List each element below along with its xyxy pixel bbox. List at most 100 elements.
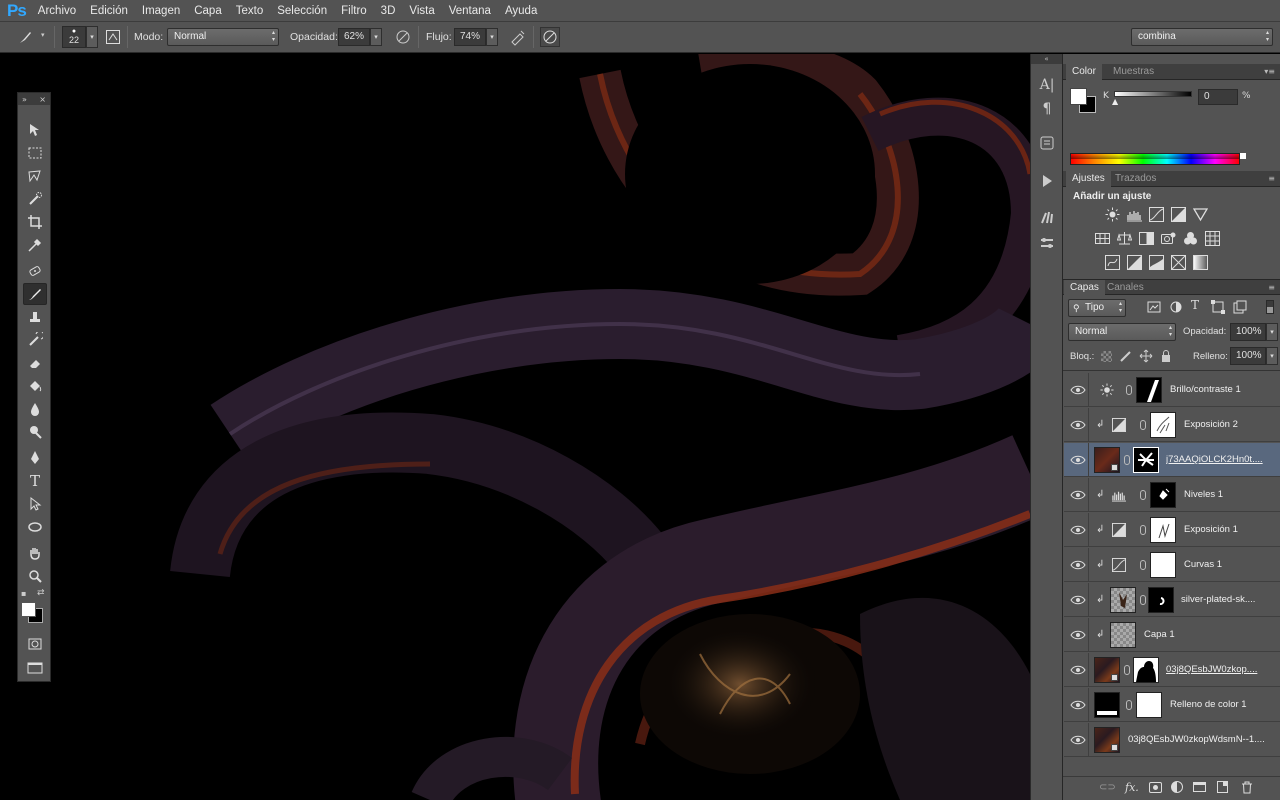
tab-capas[interactable]: Capas bbox=[1064, 280, 1105, 296]
link-icon[interactable] bbox=[1140, 560, 1146, 570]
levels-icon[interactable] bbox=[1127, 207, 1142, 222]
layer-mask-thumbnail[interactable] bbox=[1136, 692, 1162, 718]
layer-row-relleno-de-color-1[interactable]: Relleno de color 1 bbox=[1064, 688, 1280, 722]
visibility-eye-icon[interactable] bbox=[1070, 663, 1086, 677]
tab-muestras[interactable]: Muestras bbox=[1107, 64, 1160, 80]
lock-transparency-icon[interactable] bbox=[1101, 351, 1112, 362]
gradient-map-icon[interactable] bbox=[1193, 255, 1208, 270]
brush-size-field[interactable]: ● 22 bbox=[62, 26, 86, 48]
hand-tool-icon[interactable] bbox=[23, 542, 47, 564]
document-canvas[interactable] bbox=[0, 54, 1030, 800]
brightness-contrast-icon[interactable] bbox=[1105, 207, 1120, 222]
layer-mask-thumbnail[interactable] bbox=[1150, 552, 1176, 578]
type-tool-icon[interactable]: T bbox=[23, 470, 47, 492]
layer-row-03j8qesbjw0zkop[interactable]: 03j8QEsbJW0zkop.... bbox=[1064, 653, 1280, 687]
link-icon[interactable] bbox=[1140, 525, 1146, 535]
opacity-field[interactable]: 62% bbox=[338, 28, 370, 46]
layer-mask-thumbnail[interactable] bbox=[1150, 517, 1176, 543]
layer-thumbnail[interactable] bbox=[1110, 622, 1136, 648]
invert-icon[interactable] bbox=[1105, 255, 1120, 270]
menu-filtro[interactable]: Filtro bbox=[341, 5, 367, 17]
blur-tool-icon[interactable] bbox=[23, 398, 47, 420]
layer-blend-mode-select[interactable]: Normal bbox=[1068, 323, 1176, 341]
airbrush-icon[interactable] bbox=[508, 27, 528, 47]
menu-vista[interactable]: Vista bbox=[409, 5, 434, 17]
brush-preset-icon[interactable] bbox=[16, 27, 36, 47]
pressure-size-icon[interactable] bbox=[540, 27, 560, 47]
layer-thumbnail[interactable] bbox=[1110, 587, 1136, 613]
layer-opacity-field[interactable]: 100% bbox=[1230, 323, 1266, 341]
lasso-tool-icon[interactable] bbox=[23, 165, 47, 187]
close-icon[interactable]: × bbox=[39, 95, 46, 104]
panel-menu-icon[interactable]: ≡ bbox=[1268, 174, 1275, 183]
visibility-eye-icon[interactable] bbox=[1070, 383, 1086, 397]
menu-capa[interactable]: Capa bbox=[194, 5, 222, 17]
character-panel-icon[interactable]: A| bbox=[1035, 74, 1059, 96]
flow-field[interactable]: 74% bbox=[454, 28, 486, 46]
menu-texto[interactable]: Texto bbox=[236, 5, 264, 17]
new-adjustment-layer-icon[interactable] bbox=[1171, 781, 1183, 793]
ellipse-tool-icon[interactable] bbox=[23, 516, 47, 538]
collapse-icon[interactable]: » bbox=[22, 95, 27, 104]
tab-canales[interactable]: Canales bbox=[1101, 280, 1150, 296]
k-value-field[interactable]: 0 bbox=[1198, 89, 1238, 105]
layer-row-capa-1[interactable]: ↲ Capa 1 bbox=[1064, 618, 1280, 652]
pressure-opacity-icon[interactable] bbox=[393, 27, 413, 47]
fill-field[interactable]: 100% bbox=[1230, 347, 1266, 365]
panel-menu-icon[interactable]: ▾≡ bbox=[1264, 67, 1275, 76]
menu-imagen[interactable]: Imagen bbox=[142, 5, 180, 17]
zoom-tool-icon[interactable] bbox=[23, 565, 47, 587]
mode-select[interactable]: Normal bbox=[167, 28, 279, 46]
new-layer-icon[interactable] bbox=[1217, 781, 1228, 793]
layer-row-03j8qesbjw0zkopwdsmn[interactable]: 03j8QEsbJW0zkopWdsmN--1.... bbox=[1064, 723, 1280, 757]
visibility-eye-icon[interactable] bbox=[1070, 418, 1086, 432]
tab-trazados[interactable]: Trazados bbox=[1109, 171, 1162, 187]
screen-mode-icon[interactable] bbox=[23, 657, 47, 679]
layer-row-brillo-contraste-1[interactable]: Brillo/contraste 1 bbox=[1064, 373, 1280, 407]
dodge-tool-icon[interactable] bbox=[23, 421, 47, 443]
layer-row-exposicion-1[interactable]: ↲ Exposición 1 bbox=[1064, 513, 1280, 547]
path-selection-tool-icon[interactable] bbox=[23, 493, 47, 515]
swap-colors-icon[interactable]: ⇄ bbox=[37, 588, 45, 598]
link-icon[interactable] bbox=[1124, 455, 1130, 465]
marquee-tool-icon[interactable] bbox=[23, 142, 47, 164]
menu-seleccion[interactable]: Selección bbox=[277, 5, 327, 17]
visibility-eye-icon[interactable] bbox=[1070, 558, 1086, 572]
fill-dropdown[interactable]: ▾ bbox=[1266, 347, 1278, 365]
visibility-eye-icon[interactable] bbox=[1070, 453, 1086, 467]
adjustment-filter-icon[interactable] bbox=[1169, 300, 1183, 314]
crop-tool-icon[interactable] bbox=[23, 211, 47, 233]
workspace-select[interactable]: combina bbox=[1131, 28, 1273, 46]
layer-row-j73aaqiolck2hn0t[interactable]: j73AAQiOLCK2Hn0t.... bbox=[1064, 443, 1280, 477]
link-icon[interactable] bbox=[1140, 595, 1146, 605]
foreground-color-swatch[interactable] bbox=[21, 602, 36, 617]
link-icon[interactable] bbox=[1126, 385, 1132, 395]
posterize-icon[interactable] bbox=[1127, 255, 1142, 270]
add-mask-icon[interactable] bbox=[1149, 782, 1162, 793]
layer-thumbnail[interactable] bbox=[1094, 657, 1120, 683]
eraser-tool-icon[interactable] bbox=[23, 352, 47, 374]
pen-tool-icon[interactable] bbox=[23, 447, 47, 469]
brush-size-dropdown[interactable]: ▾ bbox=[86, 26, 98, 48]
collapse-icon[interactable]: « bbox=[1031, 54, 1062, 64]
paragraph-panel-icon[interactable]: ¶ bbox=[1035, 98, 1059, 120]
default-colors-icon[interactable]: ▪ bbox=[21, 589, 26, 598]
visibility-eye-icon[interactable] bbox=[1070, 593, 1086, 607]
move-tool-icon[interactable] bbox=[23, 119, 47, 141]
hue-saturation-icon[interactable] bbox=[1095, 231, 1110, 246]
quick-selection-tool-icon[interactable] bbox=[23, 188, 47, 210]
paint-bucket-tool-icon[interactable] bbox=[23, 375, 47, 397]
black-white-icon[interactable] bbox=[1139, 231, 1154, 246]
history-brush-tool-icon[interactable] bbox=[23, 329, 47, 351]
color-balance-icon[interactable] bbox=[1116, 231, 1133, 246]
color-lookup-icon[interactable] bbox=[1205, 231, 1220, 246]
filter-toggle[interactable] bbox=[1266, 300, 1274, 314]
visibility-eye-icon[interactable] bbox=[1070, 628, 1086, 642]
new-group-icon[interactable] bbox=[1193, 782, 1206, 792]
lock-pixels-icon[interactable] bbox=[1119, 349, 1133, 363]
threshold-icon[interactable] bbox=[1149, 255, 1164, 270]
layer-mask-thumbnail[interactable] bbox=[1133, 657, 1159, 683]
curves-icon[interactable] bbox=[1149, 207, 1164, 222]
layer-thumbnail[interactable] bbox=[1094, 727, 1120, 753]
healing-brush-tool-icon[interactable] bbox=[23, 260, 47, 282]
